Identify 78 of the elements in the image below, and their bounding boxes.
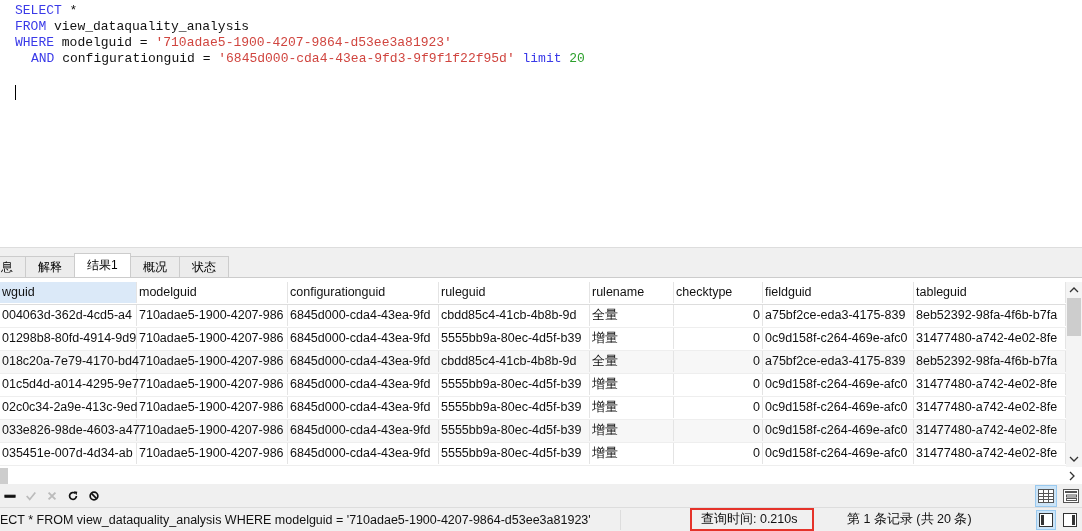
result-tab[interactable]: 概况 xyxy=(129,256,180,278)
status-query-text: ECT * FROM view_dataquality_analysis WHERE modelguid = '710adae5-1900-4207-9864-d53ee3a81923' xyxy=(0,512,592,527)
table-cell: 6845d000-cda4-43ea-9fd xyxy=(288,397,439,419)
table-cell: cbdd85c4-41cb-4b8b-9d xyxy=(439,305,590,327)
table-cell: 5555bb9a-80ec-4d5f-b39 xyxy=(439,443,590,465)
table-cell: 增量 xyxy=(590,397,674,419)
table-cell: 增量 xyxy=(590,420,674,442)
table-cell: cbdd85c4-41cb-4b8b-9d xyxy=(439,351,590,373)
column-header[interactable]: ruleguid xyxy=(439,282,590,304)
table-cell: 0 xyxy=(674,420,763,442)
table-cell: 710adae5-1900-4207-986 xyxy=(137,328,288,350)
table-cell: 全量 xyxy=(590,305,674,327)
query-time-text: 查询时间: 0.210s xyxy=(691,509,813,531)
sql-editor[interactable]: SELECT * FROM view_dataquality_analysis WHERE modelguid = '710adae5-1900-4207-9864-d53ee3a81923' AND configurationguid = '6845d000-cda4-43ea-9fd3-9f9f1f22f95d' limit 20 xyxy=(0,0,1082,247)
result-tab[interactable]: 息 xyxy=(0,256,26,278)
result-tab[interactable]: 结果1 xyxy=(74,253,131,278)
record-count-text: 第 1 条记录 (共 20 条) xyxy=(847,511,973,529)
table-cell: 增量 xyxy=(590,328,674,350)
table-cell: 0c9d158f-c264-469e-afc0 xyxy=(763,374,914,396)
table-cell: 6845d000-cda4-43ea-9fd xyxy=(288,374,439,396)
table-cell: 0 xyxy=(674,328,763,350)
table-cell: 5555bb9a-80ec-4d5f-b39 xyxy=(439,397,590,419)
table-cell: 710adae5-1900-4207-986 xyxy=(137,397,288,419)
column-header[interactable]: configurationguid xyxy=(288,282,439,304)
table-cell: 5555bb9a-80ec-4d5f-b39 xyxy=(439,374,590,396)
code-line: AND configurationguid = '6845d000-cda4-43ea-9fd3-9f9f1f22f95d' limit 20 xyxy=(30,51,585,67)
horizontal-scrollbar[interactable] xyxy=(0,467,8,484)
table-cell: 02c0c34-2a9e-413c-9ed xyxy=(0,397,137,419)
column-header[interactable]: checktype xyxy=(674,282,763,304)
table-cell: 6845d000-cda4-43ea-9fd xyxy=(288,351,439,373)
code-line: WHERE modelguid = '710adae5-1900-4207-9864-d53ee3a81923' xyxy=(15,35,452,51)
table-cell: 5555bb9a-80ec-4d5f-b39 xyxy=(439,420,590,442)
table-cell: 0c9d158f-c264-469e-afc0 xyxy=(763,420,914,442)
table-cell: 035451e-007d-4d34-ab xyxy=(0,443,137,465)
table-cell: 6845d000-cda4-43ea-9fd xyxy=(288,443,439,465)
scroll-right-icon[interactable] xyxy=(1068,470,1076,481)
scroll-thumb[interactable] xyxy=(1067,298,1081,337)
code-line: FROM view_dataquality_analysis xyxy=(15,19,250,35)
table-cell: 710adae5-1900-4207-986 xyxy=(137,374,288,396)
stop-icon[interactable] xyxy=(88,489,100,502)
refresh-icon[interactable] xyxy=(67,489,79,502)
vertical-scrollbar[interactable] xyxy=(1066,282,1082,467)
table-cell: 0c9d158f-c264-469e-afc0 xyxy=(763,397,914,419)
table-cell: 6845d000-cda4-43ea-9fd xyxy=(288,420,439,442)
table-cell: 710adae5-1900-4207-986 xyxy=(137,305,288,327)
table-cell: 01298b8-80fd-4914-9d9 xyxy=(0,328,137,350)
result-tab[interactable]: 状态 xyxy=(178,256,229,278)
table-cell: 710adae5-1900-4207-986 xyxy=(137,443,288,465)
grid-view-button[interactable] xyxy=(1035,484,1057,507)
table-cell: a75bf2ce-eda3-4175-839 xyxy=(763,305,914,327)
table-cell: 0c9d158f-c264-469e-afc0 xyxy=(763,443,914,465)
left-panel-button[interactable] xyxy=(1036,509,1056,530)
column-header[interactable]: rulename xyxy=(590,282,674,304)
column-header[interactable]: modelguid xyxy=(137,282,288,304)
table-cell: 0 xyxy=(674,374,763,396)
table-cell: 增量 xyxy=(590,374,674,396)
table-cell: 0 xyxy=(674,443,763,465)
code-line: SELECT * xyxy=(15,3,78,19)
column-header[interactable]: tableguid xyxy=(914,282,1066,304)
table-cell: 增量 xyxy=(590,443,674,465)
table-cell: 033e826-98de-4603-a47 xyxy=(0,420,137,442)
table-cell: 全量 xyxy=(590,351,674,373)
table-cell: 710adae5-1900-4207-986 xyxy=(137,351,288,373)
table-cell: 6845d000-cda4-43ea-9fd xyxy=(288,305,439,327)
column-header[interactable]: fieldguid xyxy=(763,282,914,304)
table-cell: 6845d000-cda4-43ea-9fd xyxy=(288,328,439,350)
table-cell: a75bf2ce-eda3-4175-839 xyxy=(763,351,914,373)
table-cell: 004063d-362d-4cd5-a4 xyxy=(0,305,137,327)
result-tab[interactable]: 解释 xyxy=(25,256,75,278)
table-cell: 0 xyxy=(674,351,763,373)
text-cursor xyxy=(15,85,16,100)
scroll-down-icon[interactable] xyxy=(1069,454,1079,463)
table-cell: 0 xyxy=(674,305,763,327)
column-header[interactable]: wguid xyxy=(0,282,137,304)
table-cell: 0 xyxy=(674,397,763,419)
scroll-up-icon[interactable] xyxy=(1069,286,1079,295)
table-cell: 0c9d158f-c264-469e-afc0 xyxy=(763,328,914,350)
table-cell: 5555bb9a-80ec-4d5f-b39 xyxy=(439,328,590,350)
